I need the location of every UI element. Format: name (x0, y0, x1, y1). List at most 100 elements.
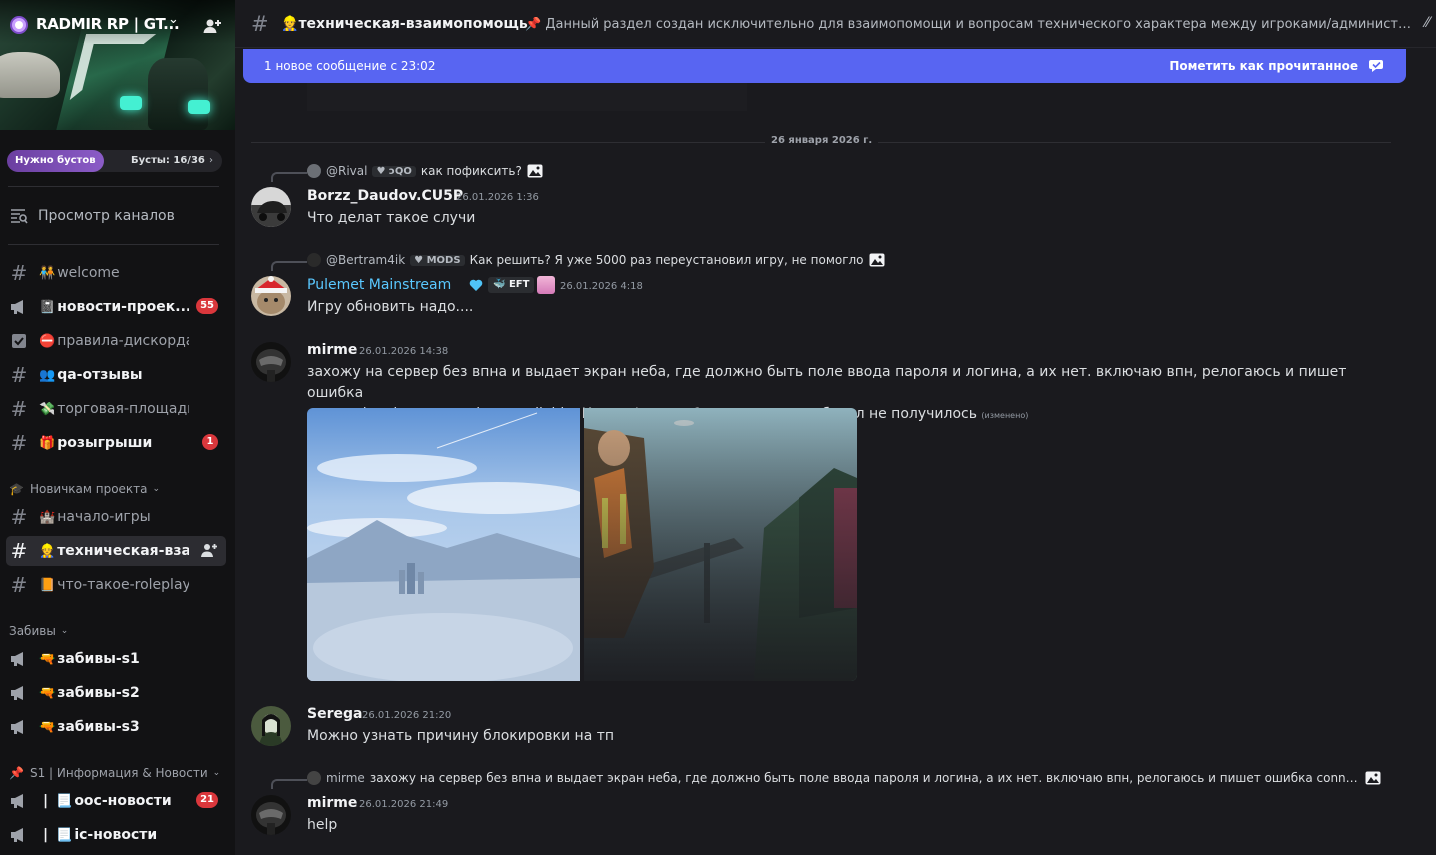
avatar[interactable] (251, 187, 291, 227)
server-tag-label: EFT (508, 279, 530, 290)
megaphone-icon (9, 649, 29, 669)
message-author[interactable]: Pulemet Mainstream (307, 277, 451, 293)
channel-emoji: 🔫 (39, 686, 56, 701)
hashtag-icon: # (10, 539, 28, 563)
category-s1-info[interactable]: 📌 S1 | Информация & Новости ⌄ (9, 765, 220, 781)
new-messages-bar[interactable]: 1 новое сообщение с 23:02 Пометить как п… (243, 49, 1406, 83)
reply-text: Как решить? Я уже 5000 раз переустановил… (469, 253, 864, 267)
message-author[interactable]: mirme (307, 342, 357, 358)
image-attachment[interactable] (584, 408, 857, 681)
channel-emoji: ⛔ (39, 334, 56, 349)
avatar[interactable] (251, 795, 291, 835)
reply-text: как пофиксить? (420, 164, 522, 178)
channel-emoji: 👷 (39, 544, 56, 559)
reply-text: захожу на сервер без впна и выдает экран… (369, 771, 1360, 785)
server-icon (10, 16, 28, 34)
mark-as-read-button[interactable]: Пометить как прочитанное (1169, 59, 1358, 73)
mark-read-icon[interactable] (1368, 57, 1386, 75)
sidebar-channel-start[interactable]: # 🏰 начало-игры (6, 502, 226, 532)
image-icon (527, 164, 543, 178)
reply-avatar (307, 771, 321, 785)
hashtag-icon: # (251, 12, 269, 36)
channel-label: техническая-вза... (57, 543, 189, 559)
channel-emoji: 🏰 (39, 510, 56, 525)
reply-author[interactable]: @Rival (326, 164, 367, 178)
channel-emoji: 👥 (39, 368, 56, 383)
sidebar-divider (8, 244, 219, 245)
sidebar-channel-trade[interactable]: # 💸торговая-площадка (6, 394, 226, 424)
message-text: Можно узнать причину блокировки на тп (307, 728, 615, 744)
new-messages-text: 1 новое сообщение с 23:02 (264, 59, 436, 73)
reply-tag: ♥ MODS (410, 254, 465, 266)
message-timestamp: 26.01.2026 21:20 (362, 710, 452, 721)
channel-topic[interactable]: 📌 Данный раздел создан исключительно для… (525, 17, 1411, 32)
invite-people-icon[interactable] (202, 16, 222, 36)
browse-channels[interactable]: Просмотр каналов (10, 205, 175, 227)
category-label: Новичкам проекта (29, 482, 148, 496)
chevron-down-icon: ⌄ (152, 484, 161, 494)
category-label: S1 | Информация & Новости (29, 766, 208, 780)
image-attachment[interactable] (307, 408, 580, 681)
channel-emoji: 👷 (281, 16, 299, 32)
pin-icon: 📌 (9, 766, 24, 780)
browse-channels-label: Просмотр каналов (38, 208, 175, 224)
message-text: Что делат такое случи (307, 210, 476, 226)
message-author[interactable]: Serega (307, 706, 362, 722)
sidebar-channel-giveaways[interactable]: # 🎁 розыгрыши 1 (6, 428, 226, 458)
reply-preview[interactable]: @Rival ♥ ɔQO как пофиксить? (307, 164, 543, 178)
server-tag[interactable]: 🐳 EFT (488, 277, 535, 293)
category-newbie[interactable]: 🎓 Новичкам проекта ⌄ (9, 481, 160, 497)
sidebar-channel-zabivy-s1[interactable]: 🔫 забивы-s1 (6, 644, 226, 674)
avatar[interactable] (251, 276, 291, 316)
megaphone-icon (9, 717, 29, 737)
channel-label: новости-проек... (57, 299, 189, 315)
heart-icon (469, 279, 483, 291)
avatar[interactable] (251, 342, 291, 382)
channel-emoji: 📃 (56, 828, 73, 843)
avatar[interactable] (251, 706, 291, 746)
channel-emoji: 📓 (39, 300, 56, 315)
message-text: Игру обновить надо.... (307, 299, 474, 315)
sidebar-channel-news[interactable]: 📓 новости-проек... 55 (6, 292, 226, 322)
channel-label: что-такое-roleplay (57, 577, 189, 593)
boost-progress[interactable]: Нужно бустов Бусты: 16/36 › (7, 150, 222, 172)
threads-icon[interactable]: ⁄⁄ (1425, 15, 1436, 33)
channel-label: ic-новости (74, 827, 158, 843)
channel-label: забивы-s1 (57, 651, 140, 667)
megaphone-icon (9, 791, 29, 811)
channel-label: забивы-s2 (57, 685, 140, 701)
reply-author[interactable]: mirme (326, 771, 365, 785)
channel-emoji: 🧑‍🤝‍🧑 (39, 266, 56, 281)
server-header[interactable]: RADMIR RP | GT... ⌄ (0, 0, 235, 48)
hashtag-icon: # (10, 431, 28, 455)
sidebar-channel-qa[interactable]: # 👥 qa-отзывы (6, 360, 226, 390)
unread-badge: 1 (202, 434, 218, 450)
sidebar-channel-roleplay[interactable]: # 📙 что-такое-roleplay (6, 570, 226, 600)
sidebar-channel-ooc-news[interactable]: | 📃 оос-новости 21 (6, 786, 226, 816)
rules-checkbox-icon (9, 331, 29, 351)
date-divider: 26 января 2026 г. (765, 135, 879, 146)
channel-header: # 👷техническая-взаимопомощь 📌 Данный раз… (235, 0, 1436, 48)
channel-prefix: | (43, 793, 49, 809)
message-author[interactable]: Borzz_Daudov.CU5P (307, 188, 463, 204)
channel-name: техническая-взаимопомощь (298, 16, 528, 32)
reply-author[interactable]: @Bertram4ik (326, 253, 405, 267)
unread-badge: 21 (196, 792, 218, 808)
message-timestamp: 26.01.2026 14:38 (359, 346, 449, 357)
message-author[interactable]: mirme (307, 795, 357, 811)
channel-emoji: 🔫 (39, 652, 56, 667)
sidebar-channel-rules[interactable]: ⛔ правила-дискорда (6, 326, 226, 356)
sidebar-channel-ic-news[interactable]: | 📃 ic-новости (6, 820, 226, 850)
channel-label: начало-игры (57, 509, 151, 525)
category-zabivy[interactable]: Забивы ⌄ (9, 623, 68, 639)
add-member-icon[interactable] (200, 541, 218, 559)
banner-character (148, 58, 208, 130)
sidebar-channel-zabivy-s3[interactable]: 🔫 забивы-s3 (6, 712, 226, 742)
megaphone-icon (9, 825, 29, 845)
message-text: help (307, 817, 338, 833)
sidebar-channel-welcome[interactable]: # 🧑‍🤝‍🧑 welcome (6, 258, 226, 288)
reply-preview[interactable]: @Bertram4ik ♥ MODS Как решить? Я уже 500… (307, 253, 885, 267)
sidebar-channel-tech-help[interactable]: # 👷техническая-вза... (6, 536, 226, 566)
sidebar-channel-zabivy-s2[interactable]: 🔫 забивы-s2 (6, 678, 226, 708)
reply-preview[interactable]: mirme захожу на сервер без впна и выдает… (307, 771, 1387, 785)
